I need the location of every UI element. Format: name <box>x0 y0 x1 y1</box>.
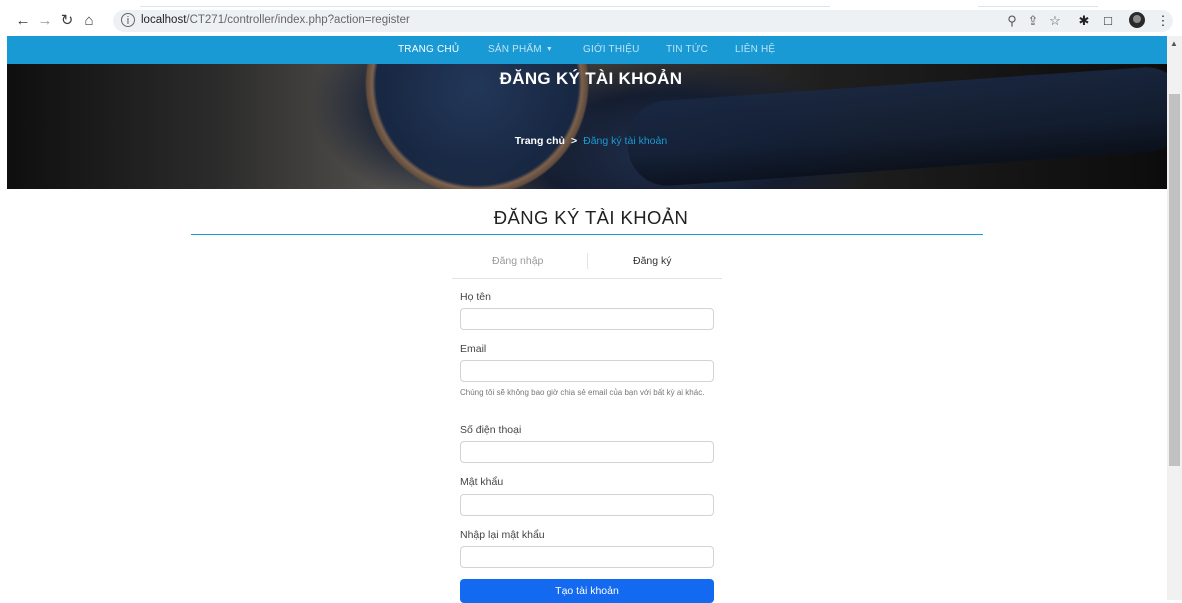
nav-item-about[interactable]: GIỚI THIỆU <box>583 44 640 55</box>
email-input[interactable] <box>460 360 714 382</box>
page-title: ĐĂNG KÝ TÀI KHOẢN <box>493 207 689 228</box>
nav-item-news[interactable]: TIN TỨC <box>666 44 708 55</box>
phone-input[interactable] <box>460 441 714 463</box>
share-icon[interactable]: ⇪ <box>1024 12 1042 30</box>
phone-label: Số điện thoại <box>460 424 522 436</box>
profile-avatar-icon[interactable] <box>1129 12 1145 28</box>
tab-strip-line <box>140 6 830 7</box>
main-navbar: TRANG CHỦ SẢN PHẨM ▼ GIỚI THIỆU TIN TỨC L… <box>7 36 1167 64</box>
password-input[interactable] <box>460 494 714 516</box>
side-panel-icon[interactable]: □ <box>1099 12 1117 30</box>
confirm-password-label: Nhập lại mật khẩu <box>460 529 545 541</box>
breadcrumb: Trang chủ > Đăng ký tài khoản <box>0 135 1182 147</box>
zoom-icon[interactable]: ⚲ <box>1003 12 1021 30</box>
nav-item-home[interactable]: TRANG CHỦ <box>398 44 459 55</box>
breadcrumb-separator: > <box>570 135 578 147</box>
fullname-label: Họ tên <box>460 291 491 303</box>
fullname-input[interactable] <box>460 308 714 330</box>
create-account-button[interactable]: Tạo tài khoản <box>460 579 714 603</box>
scroll-up-arrow-icon[interactable]: ▲ <box>1170 39 1178 48</box>
breadcrumb-home-link[interactable]: Trang chủ <box>515 135 565 147</box>
tab-register[interactable]: Đăng ký <box>633 255 672 267</box>
title-divider <box>191 234 983 235</box>
reload-icon[interactable]: ↻ <box>58 12 76 30</box>
hero-title: ĐĂNG KÝ TÀI KHOẢN <box>499 69 683 88</box>
bookmark-star-icon[interactable]: ☆ <box>1046 12 1064 30</box>
menu-kebab-icon[interactable]: ⋮ <box>1154 12 1172 30</box>
email-label: Email <box>460 343 487 355</box>
extensions-puzzle-icon[interactable]: ✱ <box>1075 12 1093 30</box>
home-icon[interactable]: ⌂ <box>80 12 98 30</box>
email-help-text: Chúng tôi sẽ không bao giờ chia sẻ email… <box>460 388 705 397</box>
scrollbar-thumb[interactable] <box>1169 94 1180 466</box>
address-url[interactable]: localhost/CT271/controller/index.php?act… <box>141 14 410 26</box>
nav-item-contact[interactable]: LIÊN HỆ <box>735 44 775 55</box>
auth-tabs: Đăng nhập Đăng ký <box>452 250 722 279</box>
breadcrumb-current: Đăng ký tài khoản <box>583 135 668 147</box>
nav-item-products[interactable]: SẢN PHẨM ▼ <box>488 44 553 55</box>
page-scrollbar[interactable]: ▲ <box>1167 36 1182 600</box>
back-arrow-icon[interactable]: ← <box>14 12 32 30</box>
tab-strip-line <box>978 6 1098 7</box>
browser-toolbar: ← → ↻ ⌂ i localhost/CT271/controller/ind… <box>0 0 1182 36</box>
confirm-password-input[interactable] <box>460 546 714 568</box>
tab-login[interactable]: Đăng nhập <box>492 255 543 267</box>
forward-arrow-icon[interactable]: → <box>36 12 54 30</box>
password-label: Mật khẩu <box>460 476 504 488</box>
tab-divider <box>587 253 588 269</box>
site-info-icon[interactable]: i <box>121 13 135 27</box>
caret-down-icon: ▼ <box>545 46 553 53</box>
